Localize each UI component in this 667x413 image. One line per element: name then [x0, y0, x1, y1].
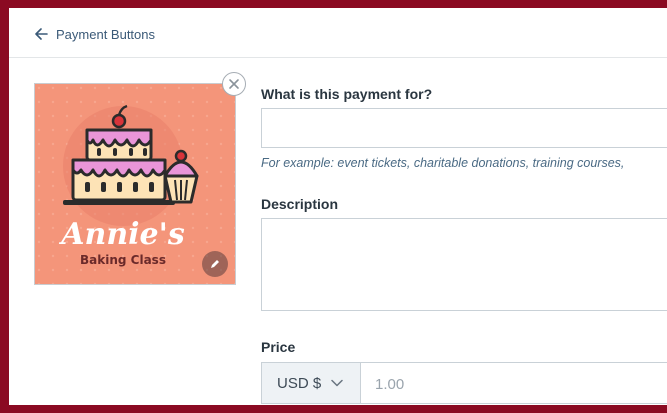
- header: Payment Buttons: [9, 8, 667, 58]
- price-field: USD $: [261, 362, 667, 405]
- arrow-left-icon: [35, 28, 48, 40]
- payment-form-panel: Payment Buttons Annie's Baking Class Wha…: [9, 8, 667, 405]
- currency-select[interactable]: USD $: [262, 363, 361, 403]
- back-link-label: Payment Buttons: [56, 26, 155, 42]
- description-textarea[interactable]: [261, 218, 667, 311]
- close-icon: [229, 79, 239, 89]
- price-amount-input[interactable]: [361, 363, 667, 405]
- remove-image-button[interactable]: [222, 72, 246, 96]
- image-title: Annie's: [58, 217, 185, 252]
- chevron-down-icon: [331, 379, 343, 387]
- back-link[interactable]: Payment Buttons: [35, 25, 155, 43]
- product-input[interactable]: [261, 108, 667, 148]
- description-label: Description: [261, 196, 339, 212]
- edit-image-button[interactable]: [202, 251, 228, 277]
- product-label: What is this payment for?: [261, 86, 433, 102]
- pencil-icon: [211, 260, 219, 268]
- price-label: Price: [261, 339, 296, 355]
- image-subtitle: Baking Class: [80, 253, 166, 267]
- product-hint: For example: event tickets, charitable d…: [261, 156, 625, 170]
- currency-label: USD $: [277, 374, 322, 392]
